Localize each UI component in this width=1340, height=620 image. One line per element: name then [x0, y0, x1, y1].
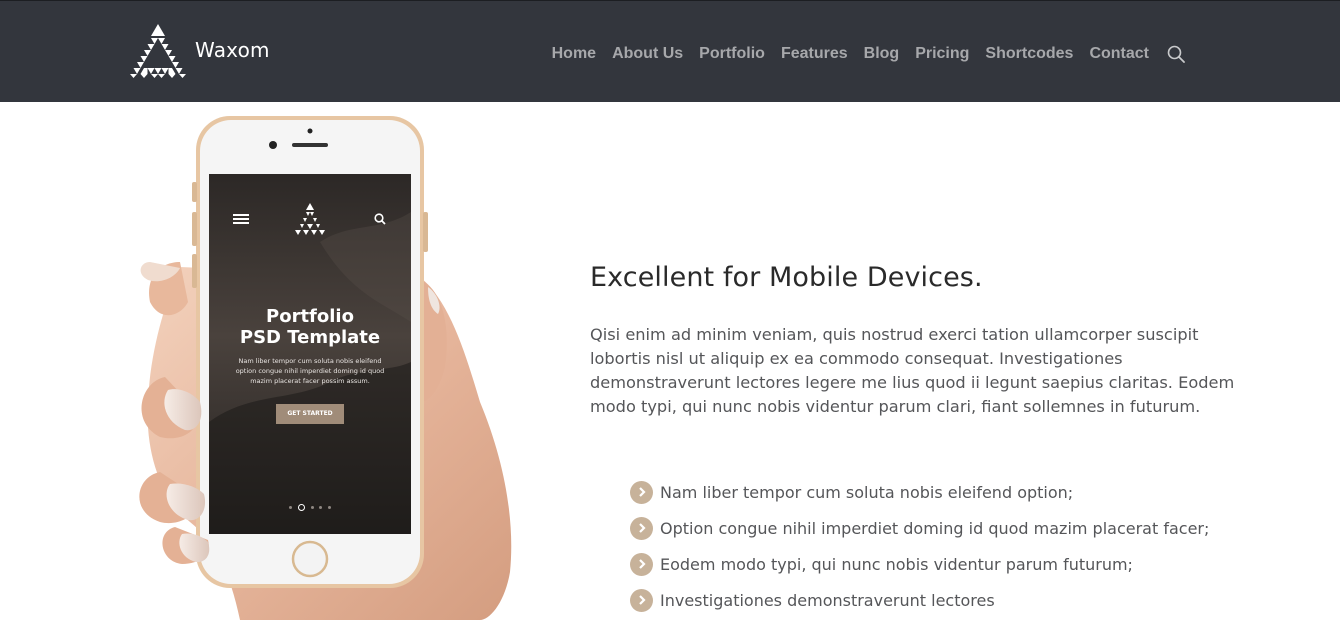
mobile-section: Excellent for Mobile Devices. Qisi enim … — [590, 262, 1240, 419]
slider-dot-active[interactable] — [297, 503, 305, 511]
phone-hero-body: Nam liber tempor cum soluta nobis eleife… — [235, 357, 385, 385]
phone-hero-title: Portfolio PSD Template — [209, 306, 411, 348]
nav-item-features[interactable]: Features — [781, 45, 848, 63]
chevron-right-icon — [630, 516, 653, 540]
feature-text: Investigationes demonstraverunt lectores — [660, 590, 995, 610]
slider-dot[interactable] — [319, 505, 323, 509]
main-nav: Home About Us Portfolio Features Blog Pr… — [552, 45, 1185, 63]
site-header: Waxom Home About Us Portfolio Features B… — [0, 0, 1340, 102]
phone-screen: Portfolio PSD Template Nam liber tempor … — [209, 174, 411, 534]
phone-search-icon — [374, 213, 386, 225]
phone-hero-title-line1: Portfolio — [266, 306, 354, 327]
phone-logo-icon — [295, 203, 325, 235]
feature-text: Eodem modo typi, qui nunc nobis videntur… — [660, 554, 1133, 574]
section-headline: Excellent for Mobile Devices. — [590, 262, 983, 293]
feature-text: Nam liber tempor cum soluta nobis eleife… — [660, 482, 1074, 502]
get-started-button[interactable]: GET STARTED — [276, 404, 344, 424]
logo[interactable]: Waxom — [126, 23, 276, 79]
chevron-right-icon — [630, 588, 653, 612]
slider-dot[interactable] — [310, 505, 314, 509]
nav-item-contact[interactable]: Contact — [1089, 45, 1149, 63]
nav-item-blog[interactable]: Blog — [864, 45, 900, 63]
nav-item-portfolio[interactable]: Portfolio — [699, 45, 765, 63]
slider-dot[interactable] — [289, 505, 292, 509]
chevron-right-icon — [630, 552, 653, 576]
nav-item-home[interactable]: Home — [552, 45, 596, 63]
nav-item-shortcodes[interactable]: Shortcodes — [985, 45, 1073, 63]
brand-name: Waxom — [195, 38, 270, 62]
feature-list: Nam liber tempor cum soluta nobis eleife… — [630, 474, 1209, 618]
logo-triangle-icon — [130, 24, 186, 78]
phone-illustration: Portfolio PSD Template Nam liber tempor … — [120, 102, 540, 620]
chevron-right-icon — [630, 480, 653, 504]
feature-item: Nam liber tempor cum soluta nobis eleife… — [630, 474, 1209, 510]
phone-hero-title-line2: PSD Template — [239, 327, 381, 348]
nav-item-about-us[interactable]: About Us — [612, 45, 683, 63]
slider-dots — [289, 503, 331, 511]
search-icon[interactable] — [1167, 45, 1185, 63]
feature-item: Eodem modo typi, qui nunc nobis videntur… — [630, 546, 1209, 582]
feature-text: Option congue nihil imperdiet doming id … — [660, 518, 1210, 538]
hamburger-icon — [233, 214, 249, 224]
slider-dot[interactable] — [328, 505, 331, 509]
nav-item-pricing[interactable]: Pricing — [915, 45, 969, 63]
feature-item: Investigationes demonstraverunt lectores — [630, 582, 1209, 618]
feature-item: Option congue nihil imperdiet doming id … — [630, 510, 1209, 546]
section-paragraph: Qisi enim ad minim veniam, quis nostrud … — [590, 325, 1235, 416]
